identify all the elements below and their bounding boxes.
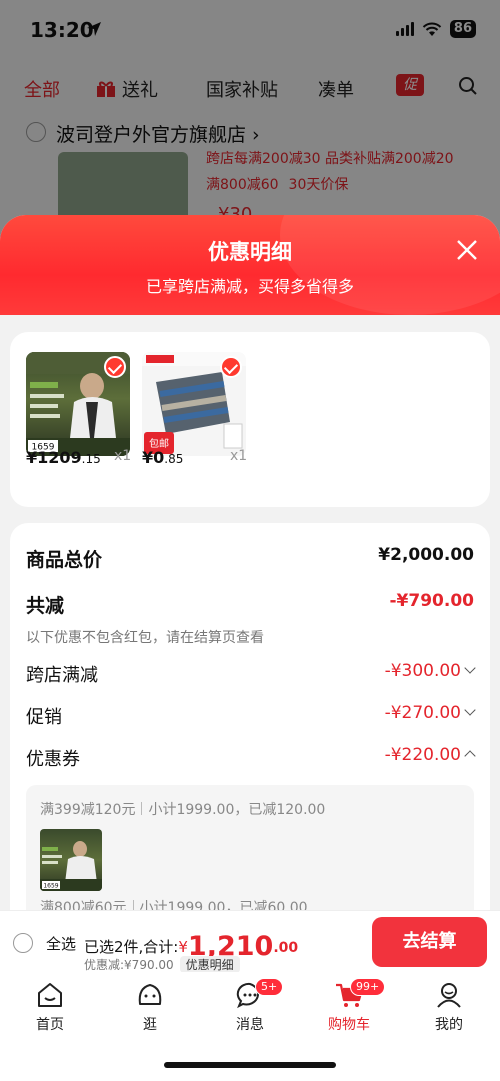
cross-store-discount-value: -¥300.00: [385, 661, 476, 681]
coupon-detail-line: 满399减120元 小计1999.00，已减120.00: [40, 802, 326, 818]
sheet-header: 优惠明细 已享跨店满减，买得多省得多: [0, 215, 500, 315]
coupon-row[interactable]: 优惠券 -¥220.00: [26, 745, 476, 771]
promotion-label: 促销: [26, 707, 62, 728]
bottom-tab-bar: 首页 逛 消息 5+ 购物车 99+ 我的: [0, 972, 500, 1081]
tab-cart[interactable]: 购物车 99+: [314, 978, 386, 1034]
coupon-value: -¥220.00: [385, 745, 476, 765]
socks-product-image: 包邮: [142, 352, 246, 456]
products-card: 1659 ¥1209.15 x1 包邮 ¥0.85 x1: [10, 332, 490, 507]
chevron-down-icon: [464, 704, 476, 716]
product-price: ¥1209.15: [26, 448, 101, 467]
total-price-label: 商品总价: [26, 549, 103, 571]
selected-check-icon: [104, 356, 126, 378]
total-reduce-row: 共减 -¥790.00: [26, 591, 474, 617]
home-indicator: [164, 1062, 336, 1068]
product-item[interactable]: 1659: [26, 352, 130, 456]
total-reduce-label: 共减: [26, 595, 65, 617]
total-price-value: ¥2,000.00: [378, 545, 474, 565]
coupon-product-thumbnail: 1659: [40, 829, 102, 891]
promotion-row[interactable]: 促销 -¥270.00: [26, 703, 476, 729]
product-price: ¥0.85: [142, 448, 184, 467]
promotion-value: -¥270.00: [385, 703, 476, 723]
tab-profile[interactable]: 我的: [414, 980, 484, 1034]
discount-detail-button[interactable]: 优惠明细: [179, 956, 240, 973]
home-icon: [38, 983, 62, 1007]
selected-check-icon: [220, 356, 242, 378]
cart-badge: 99+: [350, 978, 386, 996]
product-item[interactable]: 包邮: [142, 352, 246, 456]
checkout-bar: 全选 已选2件,合计:¥1,210.00 优惠减:¥790.00 优惠明细 去结算: [0, 910, 500, 973]
coupon-label: 优惠券: [26, 749, 80, 770]
reduce-note: 以下优惠不包含红包，请在结算页查看: [26, 630, 264, 646]
tab-home[interactable]: 首页: [15, 980, 85, 1034]
close-icon[interactable]: [452, 235, 482, 265]
jacket-product-image: 1659: [26, 352, 130, 456]
chevron-up-icon: [464, 750, 476, 762]
tab-browse[interactable]: 逛: [115, 980, 185, 1034]
cross-store-discount-label: 跨店满减: [26, 665, 98, 686]
cross-store-discount-row[interactable]: 跨店满减 -¥300.00: [26, 661, 476, 687]
product-qty: x1: [114, 448, 132, 464]
total-reduce-value: -¥790.00: [389, 591, 475, 611]
sheet-title: 优惠明细: [208, 240, 292, 264]
tab-messages[interactable]: 消息 5+: [215, 978, 285, 1034]
coupon-thumb-tag: 1659: [43, 883, 58, 890]
select-all-label[interactable]: 全选: [46, 933, 76, 954]
select-all-radio[interactable]: [13, 933, 33, 953]
profile-icon: [437, 983, 461, 1008]
product-qty: x1: [230, 448, 248, 464]
chevron-down-icon: [464, 662, 476, 674]
summary-card: 商品总价 ¥2,000.00 共减 -¥790.00 以下优惠不包含红包，请在结…: [10, 523, 490, 973]
browse-icon: [138, 984, 162, 1005]
modal-overlay[interactable]: [0, 0, 500, 240]
checkout-button[interactable]: 去结算: [372, 917, 487, 967]
discount-summary: 优惠减:¥790.00 优惠明细: [84, 956, 240, 973]
total-price-row: 商品总价 ¥2,000.00: [26, 545, 474, 571]
message-badge: 5+: [255, 978, 284, 996]
sheet-subtitle: 已享跨店满减，买得多省得多: [145, 277, 354, 296]
